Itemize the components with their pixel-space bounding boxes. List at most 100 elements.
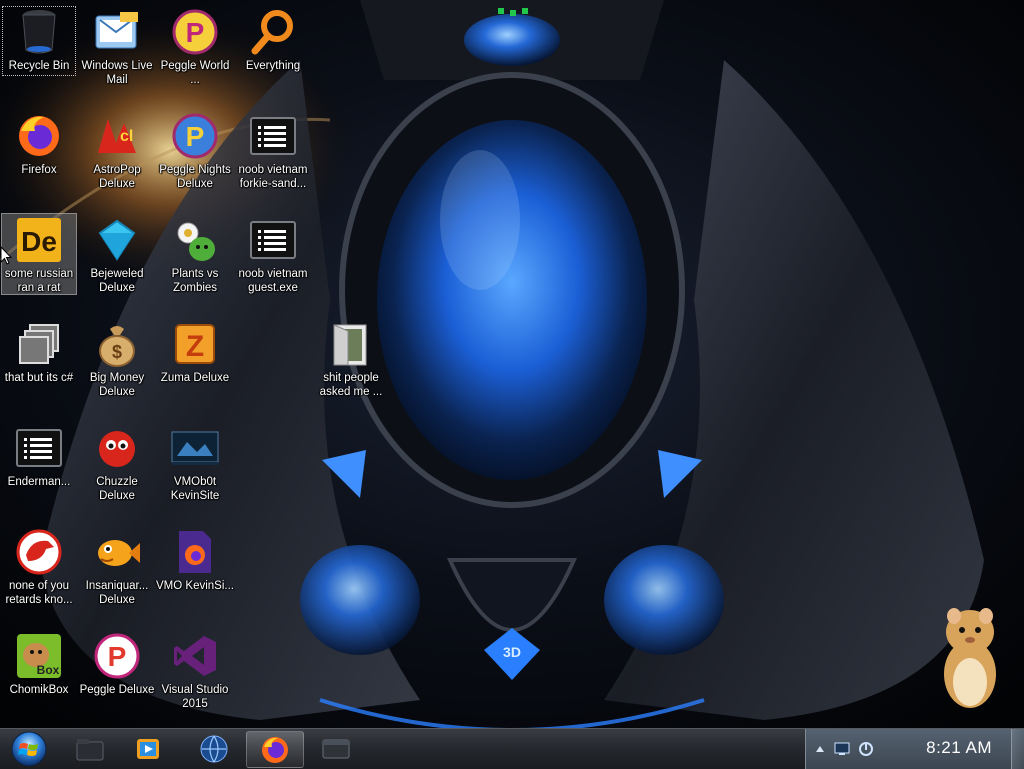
console-app-icon <box>15 424 63 472</box>
desktop-icon[interactable]: VMO KevinSi... <box>156 524 234 622</box>
svg-text:cl: cl <box>120 128 133 145</box>
desktop-icon-label: VMOb0t KevinSite <box>170 476 220 502</box>
desktop-icon[interactable]: none of you retards kno... <box>0 524 78 622</box>
desktop-icon[interactable]: Bejeweled Deluxe <box>78 212 156 310</box>
console-app-icon <box>249 216 297 264</box>
desktop-icon[interactable]: Enderman... <box>0 420 78 518</box>
svg-text:$: $ <box>112 342 122 362</box>
desktop-icon[interactable]: Insaniquar... Deluxe <box>78 524 156 622</box>
desktop-icon[interactable]: P Peggle Deluxe <box>78 628 156 726</box>
desktop-icon[interactable]: noob vietnam guest.exe <box>234 212 312 310</box>
explorer-icon <box>76 738 104 760</box>
taskbar-media-player-button[interactable] <box>120 731 176 766</box>
desktop-icon[interactable]: P Peggle Nights Deluxe <box>156 108 234 206</box>
desktop-icon-label: none of you retards kno... <box>5 580 73 606</box>
de-app-icon: De <box>15 216 63 264</box>
taskbar-clock[interactable]: 8:21 AM <box>926 738 992 758</box>
svg-text:P: P <box>108 641 127 672</box>
desktop-icon[interactable]: cl AstroPop Deluxe <box>78 108 156 206</box>
desktop-icon-label: Plants vs Zombies <box>171 268 219 294</box>
peggle-world-icon: P <box>171 8 219 56</box>
start-button[interactable] <box>4 730 54 768</box>
hamster-decoration <box>944 608 996 708</box>
taskbar-window-button[interactable] <box>308 731 364 766</box>
astropop-icon: cl <box>93 112 141 160</box>
desktop-icon-label: Bejeweled Deluxe <box>90 268 144 294</box>
desktop-icon[interactable]: that but its c# <box>0 316 78 414</box>
desktop-icon-label: Everything <box>245 60 301 72</box>
desktop-icon[interactable]: Recycle Bin <box>0 4 78 102</box>
zuma-icon: Z <box>171 320 219 368</box>
everything-search-icon <box>249 8 297 56</box>
bejeweled-icon <box>93 216 141 264</box>
desktop-icon[interactable]: $ Big Money Deluxe <box>78 316 156 414</box>
desktop-icon[interactable]: shit people asked me ... <box>312 316 390 414</box>
insaniquarium-icon <box>93 528 141 576</box>
chuzzle-icon <box>93 424 141 472</box>
desktop-icon-label: Big Money Deluxe <box>89 372 145 398</box>
desktop-icon-label: Windows Live Mail <box>81 60 153 86</box>
desktop-icon-label: Peggle Deluxe <box>79 684 155 696</box>
firefox-icon <box>262 736 288 763</box>
svg-text:P: P <box>186 121 205 152</box>
desktop-icon[interactable]: Everything <box>234 4 312 102</box>
show-hidden-icons-icon[interactable] <box>816 745 824 753</box>
plants-vs-zombies-icon <box>171 216 219 264</box>
vm-screenshot-icon <box>171 424 219 472</box>
windows-live-mail-icon <box>93 8 141 56</box>
firefox-document-icon <box>171 528 219 576</box>
show-desktop-button[interactable] <box>1011 729 1024 769</box>
taskbar-explorer-button[interactable] <box>62 731 118 766</box>
taskbar-globe-button[interactable] <box>186 731 242 766</box>
action-center-icon[interactable] <box>858 741 874 757</box>
recycle-bin-icon <box>15 8 63 56</box>
peggle-nights-icon: P <box>171 112 219 160</box>
svg-text:Z: Z <box>186 330 204 363</box>
desktop-icon[interactable]: Visual Studio 2015 <box>156 628 234 726</box>
windows-orb-icon <box>11 731 47 767</box>
folder-icon <box>327 320 375 368</box>
media-player-icon <box>137 738 159 759</box>
globe-icon <box>200 735 228 762</box>
desktop-icon[interactable]: P Peggle World ... <box>156 4 234 102</box>
desktop-icon[interactable]: Windows Live Mail <box>78 4 156 102</box>
desktop-icon-label: VMO KevinSi... <box>156 580 234 592</box>
big-money-icon: $ <box>93 320 141 368</box>
network-icon[interactable] <box>834 741 850 757</box>
desktop-icon[interactable]: Plants vs Zombies <box>156 212 234 310</box>
desktop-icon-label: AstroPop Deluxe <box>93 164 141 190</box>
desktop-icon-label: Peggle Nights Deluxe <box>159 164 231 190</box>
desktop-icon-label: noob vietnam guest.exe <box>238 268 308 294</box>
desktop-icon-label: shit people asked me ... <box>319 372 383 398</box>
console-app-icon <box>249 112 297 160</box>
visual-studio-icon <box>171 632 219 680</box>
system-tray: 8:21 AM <box>805 729 1024 769</box>
window-icon <box>322 739 350 758</box>
desktop-icon-label: Zuma Deluxe <box>160 372 230 384</box>
svg-text:De: De <box>21 226 57 257</box>
desktop-icon-label: Chuzzle Deluxe <box>96 476 138 502</box>
desktop-icon[interactable]: Firefox <box>0 108 78 206</box>
desktop-icon[interactable]: Chuzzle Deluxe <box>78 420 156 518</box>
red-bird-icon <box>15 528 63 576</box>
desktop-icon[interactable]: noob vietnam forkie-sand... <box>234 108 312 206</box>
peggle-deluxe-icon: P <box>93 632 141 680</box>
svg-text:P: P <box>186 17 205 48</box>
firefox-icon <box>15 112 63 160</box>
desktop-icon-label: Firefox <box>21 164 57 176</box>
chomikbox-icon: Box <box>15 632 63 680</box>
desktop-icon-label: Visual Studio 2015 <box>161 684 229 710</box>
taskbar-firefox-button[interactable] <box>246 731 304 768</box>
desktop-icon[interactable]: Z Zuma Deluxe <box>156 316 234 414</box>
taskbar: 8:21 AM <box>0 728 1024 769</box>
desktop-icon-label: Recycle Bin <box>8 60 70 72</box>
svg-text:Box: Box <box>37 663 60 677</box>
desktop-icon[interactable]: VMOb0t KevinSite <box>156 420 234 518</box>
desktop-icon-label: noob vietnam forkie-sand... <box>238 164 308 190</box>
mouse-cursor-icon <box>0 246 12 265</box>
desktop-icon-label: some russian ran a rat <box>4 268 74 294</box>
desktop-icon-label: Enderman... <box>7 476 71 488</box>
desktop-icon[interactable]: Box ChomikBox <box>0 628 78 726</box>
generic-app-icon <box>15 320 63 368</box>
svg-text:3D: 3D <box>503 644 521 660</box>
